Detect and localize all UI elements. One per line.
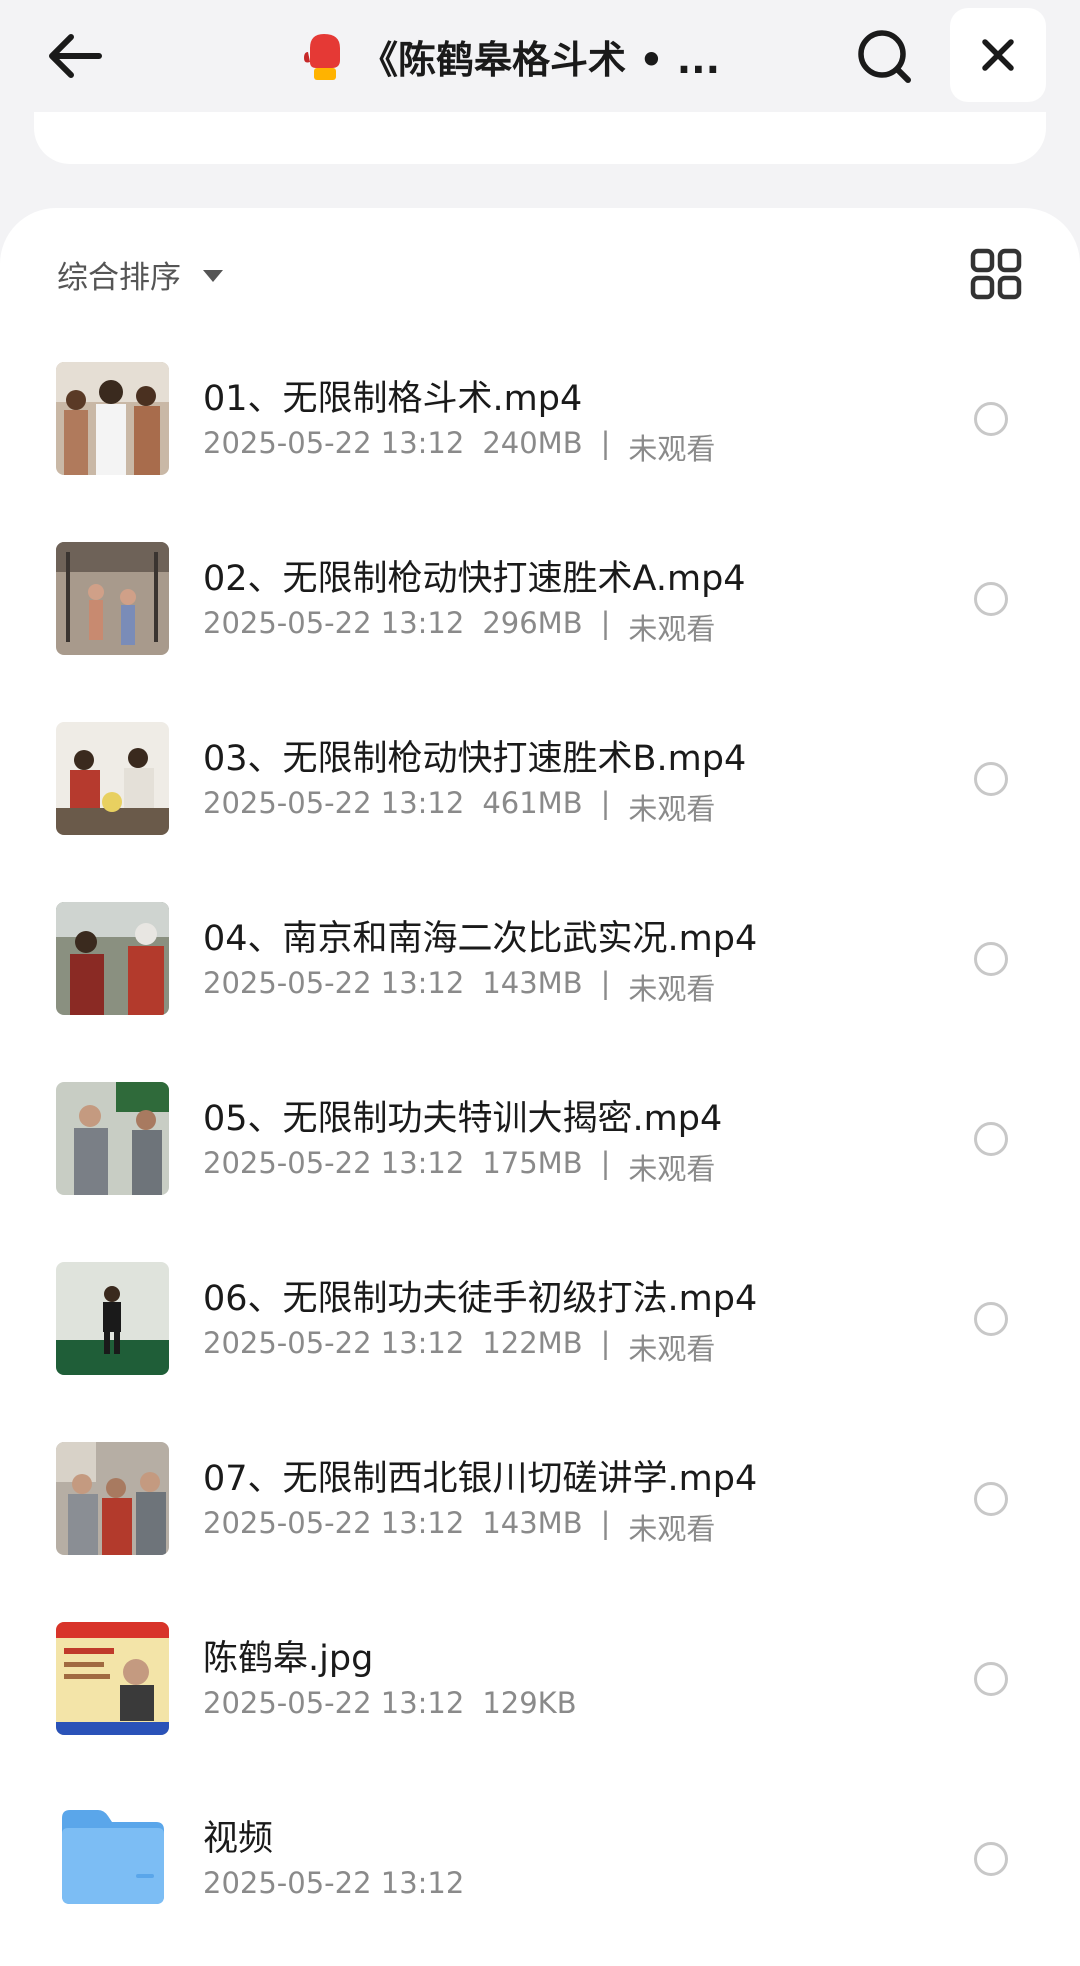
- file-meta: 2025-05-22 13:12 240MB | 未观看: [203, 426, 715, 468]
- select-radio[interactable]: [974, 1482, 1008, 1516]
- video-thumbnail: [56, 722, 169, 835]
- file-row[interactable]: 03、无限制枪动快打速胜术B.mp4 2025-05-22 13:12 461M…: [0, 690, 1080, 870]
- file-size: 240MB: [482, 426, 583, 460]
- file-size: 461MB: [482, 786, 583, 820]
- folder-title: 《陈鹤皋格斗术 • ...: [300, 30, 760, 82]
- meta-separator: |: [600, 966, 611, 1000]
- watch-status: 未观看: [628, 792, 716, 826]
- video-thumbnail: [56, 542, 169, 655]
- file-size: 143MB: [482, 966, 583, 1000]
- file-size: 143MB: [482, 1506, 583, 1540]
- file-date: 2025-05-22 13:12: [203, 786, 465, 820]
- search-icon: [858, 30, 911, 83]
- view-toggle-button[interactable]: [970, 248, 1022, 300]
- file-row[interactable]: 05、无限制功夫特训大揭密.mp4 2025-05-22 13:12 175MB…: [0, 1050, 1080, 1230]
- file-name: 04、南京和南海二次比武实况.mp4: [203, 919, 758, 959]
- file-meta: 2025-05-22 13:12 143MB | 未观看: [203, 1506, 715, 1548]
- file-name: 07、无限制西北银川切磋讲学.mp4: [203, 1459, 758, 1499]
- summary-card: [34, 112, 1046, 164]
- file-row[interactable]: 07、无限制西北银川切磋讲学.mp4 2025-05-22 13:12 143M…: [0, 1410, 1080, 1590]
- file-name: 陈鹤皋.jpg: [203, 1639, 374, 1679]
- file-meta: 2025-05-22 13:12 175MB | 未观看: [203, 1146, 715, 1188]
- folder-row[interactable]: 视频 2025-05-22 13:12: [0, 1770, 1080, 1950]
- file-name: 03、无限制枪动快打速胜术B.mp4: [203, 739, 747, 779]
- back-button[interactable]: [40, 26, 110, 86]
- file-meta: 2025-05-22 13:12 122MB | 未观看: [203, 1326, 715, 1368]
- sort-label: 综合排序: [57, 259, 181, 296]
- select-radio[interactable]: [974, 1662, 1008, 1696]
- file-row[interactable]: 01、无限制格斗术.mp4 2025-05-22 13:12 240MB | 未…: [0, 330, 1080, 510]
- folder-meta: 2025-05-22 13:12: [203, 1866, 464, 1900]
- meta-separator: |: [600, 426, 611, 460]
- select-radio[interactable]: [974, 1302, 1008, 1336]
- close-button[interactable]: [950, 8, 1046, 102]
- boxing-glove-icon: [304, 34, 340, 80]
- close-icon: [982, 39, 1014, 71]
- image-thumbnail: [56, 1622, 169, 1735]
- back-arrow-icon: [49, 34, 102, 78]
- folder-date: 2025-05-22 13:12: [203, 1866, 465, 1900]
- file-date: 2025-05-22 13:12: [203, 1686, 465, 1720]
- video-thumbnail: [56, 1262, 169, 1375]
- file-meta: 2025-05-22 13:12 129KB: [203, 1686, 577, 1720]
- file-row[interactable]: 04、南京和南海二次比武实况.mp4 2025-05-22 13:12 143M…: [0, 870, 1080, 1050]
- select-radio[interactable]: [974, 582, 1008, 616]
- select-radio[interactable]: [974, 1122, 1008, 1156]
- file-row[interactable]: 陈鹤皋.jpg 2025-05-22 13:12 129KB: [0, 1590, 1080, 1770]
- chevron-down-icon: [203, 270, 223, 282]
- title-text: 《陈鹤皋格斗术 • ...: [360, 37, 721, 82]
- folder-icon: [62, 1810, 164, 1904]
- file-name: 01、无限制格斗术.mp4: [203, 379, 583, 419]
- file-name: 05、无限制功夫特训大揭密.mp4: [203, 1099, 723, 1139]
- file-date: 2025-05-22 13:12: [203, 606, 465, 640]
- select-radio[interactable]: [974, 942, 1008, 976]
- watch-status: 未观看: [628, 432, 716, 466]
- file-date: 2025-05-22 13:12: [203, 966, 465, 1000]
- select-radio[interactable]: [974, 402, 1008, 436]
- file-row[interactable]: 02、无限制枪动快打速胜术A.mp4 2025-05-22 13:12 296M…: [0, 510, 1080, 690]
- file-list: 01、无限制格斗术.mp4 2025-05-22 13:12 240MB | 未…: [0, 330, 1080, 1950]
- video-thumbnail: [56, 362, 169, 475]
- file-size: 122MB: [482, 1326, 583, 1360]
- meta-separator: |: [600, 1146, 611, 1180]
- file-name: 06、无限制功夫徒手初级打法.mp4: [203, 1279, 758, 1319]
- video-thumbnail: [56, 1442, 169, 1555]
- select-radio[interactable]: [974, 762, 1008, 796]
- file-size: 129KB: [482, 1686, 577, 1720]
- folder-name: 视频: [203, 1819, 274, 1859]
- watch-status: 未观看: [628, 972, 716, 1006]
- file-size: 175MB: [482, 1146, 583, 1180]
- file-meta: 2025-05-22 13:12 296MB | 未观看: [203, 606, 715, 648]
- meta-separator: |: [600, 1326, 611, 1360]
- video-thumbnail: [56, 1082, 169, 1195]
- top-bar: 《陈鹤皋格斗术 • ...: [0, 0, 1080, 112]
- meta-separator: |: [600, 1506, 611, 1540]
- file-name: 02、无限制枪动快打速胜术A.mp4: [203, 559, 746, 599]
- grid-view-icon: [970, 248, 1022, 300]
- file-date: 2025-05-22 13:12: [203, 1326, 465, 1360]
- file-meta: 2025-05-22 13:12 143MB | 未观看: [203, 966, 715, 1008]
- select-radio[interactable]: [974, 1842, 1008, 1876]
- meta-separator: |: [600, 606, 611, 640]
- watch-status: 未观看: [628, 1152, 716, 1186]
- file-date: 2025-05-22 13:12: [203, 1146, 465, 1180]
- file-date: 2025-05-22 13:12: [203, 426, 465, 460]
- search-button[interactable]: [850, 24, 918, 88]
- file-list-sheet: 综合排序 01、无限制格斗术.mp4 2025-05-22 13:12 240M…: [0, 208, 1080, 1966]
- watch-status: 未观看: [628, 1512, 716, 1546]
- watch-status: 未观看: [628, 612, 716, 646]
- sort-dropdown[interactable]: 综合排序: [57, 248, 223, 300]
- file-row[interactable]: 06、无限制功夫徒手初级打法.mp4 2025-05-22 13:12 122M…: [0, 1230, 1080, 1410]
- watch-status: 未观看: [628, 1332, 716, 1366]
- meta-separator: |: [600, 786, 611, 820]
- video-thumbnail: [56, 902, 169, 1015]
- file-size: 296MB: [482, 606, 583, 640]
- file-meta: 2025-05-22 13:12 461MB | 未观看: [203, 786, 715, 828]
- file-date: 2025-05-22 13:12: [203, 1506, 465, 1540]
